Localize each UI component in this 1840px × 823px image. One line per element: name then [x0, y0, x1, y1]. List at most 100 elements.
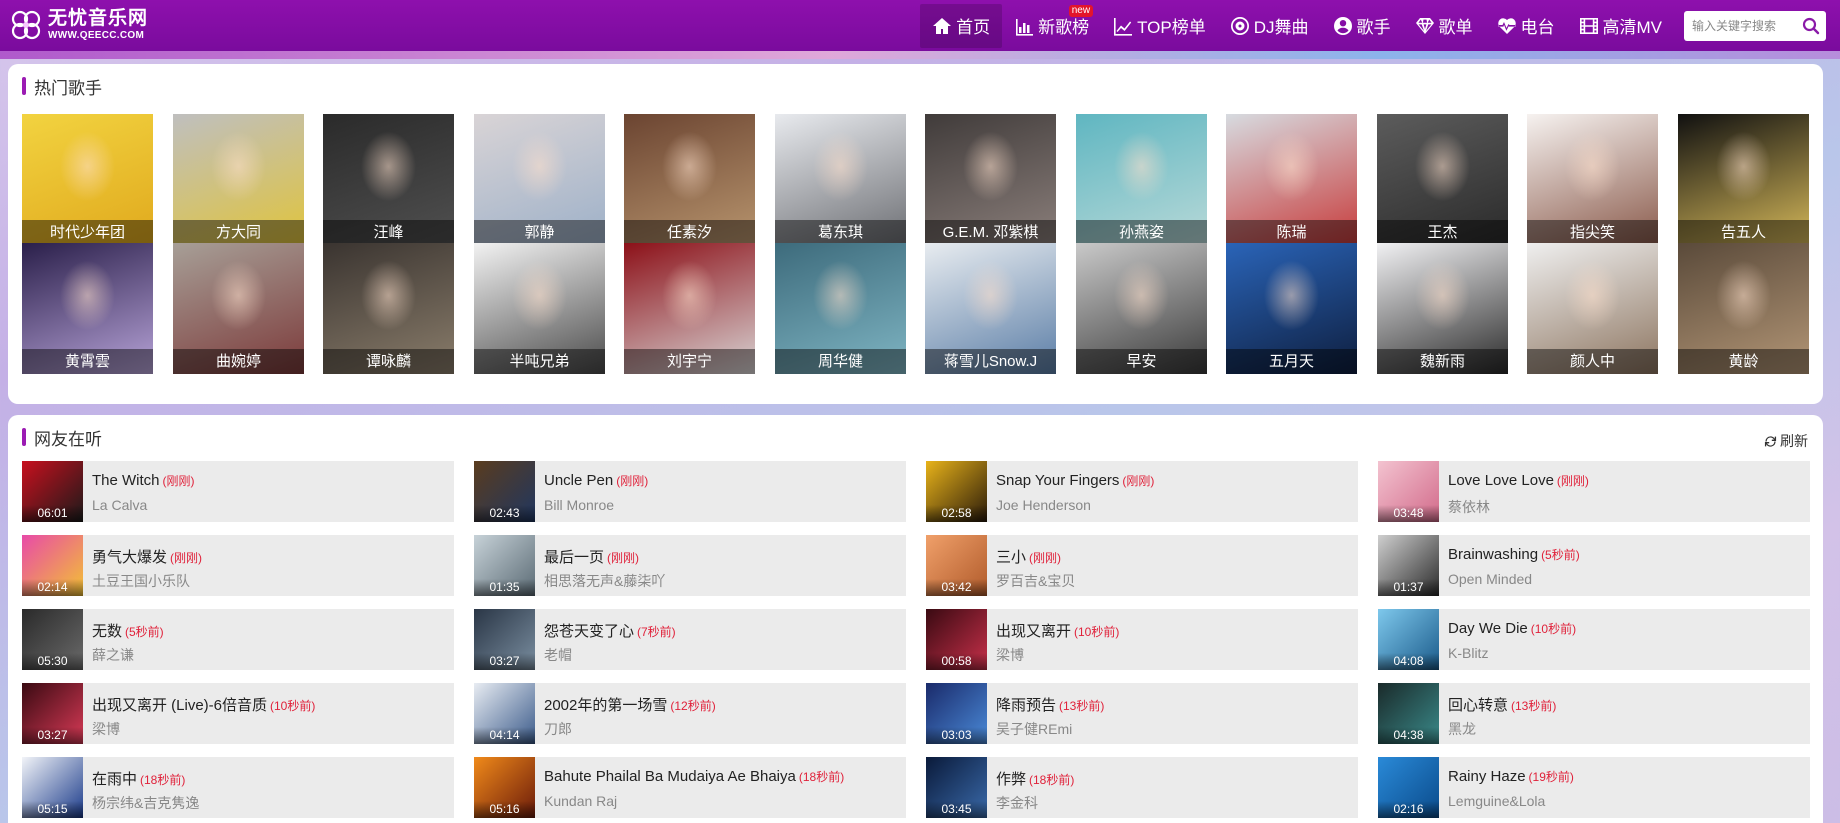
- search-icon[interactable]: [1802, 17, 1820, 35]
- track-title: 回心转意: [1448, 697, 1509, 714]
- nav-item-playlists[interactable]: 歌单: [1403, 4, 1485, 48]
- track-item[interactable]: 02:43 Uncle Pen (刚刚) Bill Monroe: [474, 461, 906, 522]
- track-duration: 05:30: [22, 653, 83, 670]
- singer-card[interactable]: 黄霄雲: [22, 243, 153, 374]
- track-duration: 02:14: [22, 579, 83, 596]
- singer-name: 时代少年团: [22, 220, 153, 245]
- track-cover: 00:58: [926, 609, 987, 670]
- user-icon: [1333, 16, 1352, 35]
- singer-name: 颜人中: [1527, 349, 1658, 374]
- singer-name: 魏新雨: [1377, 349, 1508, 374]
- singer-name: 黄霄雲: [22, 349, 153, 374]
- track-title-line: The Witch (刚刚): [92, 472, 195, 489]
- singer-card[interactable]: 陈瑞: [1226, 114, 1357, 245]
- site-logo[interactable]: 无忧音乐网 WWW.QEECC.COM: [8, 5, 148, 45]
- nav-label: TOP榜单: [1137, 18, 1206, 37]
- singer-name: 曲婉婷: [173, 349, 304, 374]
- singer-card[interactable]: 魏新雨: [1377, 243, 1508, 374]
- track-cover: 01:37: [1378, 535, 1439, 596]
- singer-card[interactable]: 郭静: [474, 114, 605, 245]
- track-cover: 05:15: [22, 757, 83, 818]
- singer-card[interactable]: 任素汐: [624, 114, 755, 245]
- logo-title: 无忧音乐网: [48, 7, 149, 29]
- singer-card[interactable]: 曲婉婷: [173, 243, 304, 374]
- track-played-ago: (18秒前): [140, 773, 186, 787]
- track-played-ago: (刚刚): [1556, 474, 1589, 488]
- singer-card[interactable]: 孙燕姿: [1076, 114, 1207, 245]
- track-item[interactable]: 03:03 降雨预告 (13秒前) 吴子健REmi: [926, 683, 1358, 744]
- singer-card[interactable]: 汪峰: [323, 114, 454, 245]
- track-cover: 03:27: [474, 609, 535, 670]
- track-item[interactable]: 04:38 回心转意 (13秒前) 黑龙: [1378, 683, 1810, 744]
- singer-card[interactable]: 谭咏麟: [323, 243, 454, 374]
- track-duration: 03:03: [926, 727, 987, 744]
- singer-card[interactable]: 葛东琪: [775, 114, 906, 245]
- track-played-ago: (18秒前): [798, 770, 845, 784]
- search-box: [1684, 10, 1826, 41]
- track-item[interactable]: 01:37 Brainwashing (5秒前) Open Minded: [1378, 535, 1810, 596]
- track-item[interactable]: 03:42 三小 (刚刚) 罗百吉&宝贝: [926, 535, 1358, 596]
- track-title-line: 三小 (刚刚): [996, 546, 1061, 567]
- singer-name: 孙燕姿: [1076, 220, 1207, 245]
- track-item[interactable]: 06:01 The Witch (刚刚) La Calva: [22, 461, 454, 522]
- singer-card[interactable]: 告五人: [1678, 114, 1809, 245]
- singer-card[interactable]: 蒋雪儿Snow.J: [925, 243, 1056, 374]
- singer-card[interactable]: 指尖笑: [1527, 114, 1658, 245]
- track-item[interactable]: 04:08 Day We Die (10秒前) K-Blitz: [1378, 609, 1810, 670]
- track-artist: 吴子健REmi: [996, 721, 1073, 737]
- track-artist: Lemguine&Lola: [1448, 793, 1546, 809]
- track-item[interactable]: 03:45 作弊 (18秒前) 李金科: [926, 757, 1358, 818]
- track-duration: 01:37: [1378, 579, 1439, 596]
- singer-card[interactable]: 五月天: [1226, 243, 1357, 374]
- nav-item-top-chart[interactable]: TOP榜单: [1101, 4, 1218, 48]
- track-played-ago: (10秒前): [1074, 625, 1120, 639]
- section-title: 热门歌手: [22, 76, 102, 98]
- singer-card[interactable]: G.E.M. 邓紫棋: [925, 114, 1056, 245]
- track-item[interactable]: 03:27 怨苍天变了心 (7秒前) 老帽: [474, 609, 906, 670]
- track-title: Snap Your Fingers: [996, 472, 1120, 489]
- track-item[interactable]: 05:30 无数 (5秒前) 薛之谦: [22, 609, 454, 670]
- track-item[interactable]: 02:16 Rainy Haze (19秒前) Lemguine&Lola: [1378, 757, 1810, 818]
- search-input[interactable]: [1692, 18, 1796, 33]
- track-played-ago: (19秒前): [1528, 770, 1574, 784]
- track-item[interactable]: 03:48 Love Love Love (刚刚) 蔡依林: [1378, 461, 1810, 522]
- track-item[interactable]: 03:27 出现又离开 (Live)-6倍音质 (10秒前) 梁博: [22, 683, 454, 744]
- logo-domain: WWW.QEECC.COM: [48, 29, 145, 41]
- track-title-line: 怨苍天变了心 (7秒前): [544, 620, 676, 641]
- singer-card[interactable]: 黄龄: [1678, 243, 1809, 374]
- nav-item-singers[interactable]: 歌手: [1321, 4, 1403, 48]
- track-item[interactable]: 05:16 Bahute Phailal Ba Mudaiya Ae Bhaiya…: [474, 757, 906, 818]
- singer-card[interactable]: 半吨兄弟: [474, 243, 605, 374]
- track-duration: 05:16: [474, 801, 535, 818]
- track-duration: 00:58: [926, 653, 987, 670]
- nav-item-mv[interactable]: 高清MV: [1567, 4, 1675, 48]
- singer-name: 五月天: [1226, 349, 1357, 374]
- singer-card[interactable]: 王杰: [1377, 114, 1508, 245]
- track-item[interactable]: 02:14 勇气大爆发 (刚刚) 土豆王国小乐队: [22, 535, 454, 596]
- track-artist: K-Blitz: [1448, 645, 1489, 661]
- track-item[interactable]: 05:15 在雨中 (18秒前) 杨宗纬&吉克隽逸: [22, 757, 454, 818]
- nav-label: 高清MV: [1602, 18, 1663, 37]
- singer-card[interactable]: 早安: [1076, 243, 1207, 374]
- singer-card[interactable]: 刘宇宁: [624, 243, 755, 374]
- bar-chart-icon: [1016, 18, 1034, 36]
- nav-item-dj[interactable]: DJ舞曲: [1218, 4, 1321, 48]
- section-title: 网友在听: [22, 427, 102, 449]
- track-artist: 杨宗纬&吉克隽逸: [92, 795, 200, 811]
- track-item[interactable]: 02:58 Snap Your Fingers (刚刚) Joe Henderson: [926, 461, 1358, 522]
- refresh-button[interactable]: 刷新: [1764, 431, 1808, 451]
- nav-item-radio[interactable]: 电台: [1485, 4, 1567, 48]
- track-cover: 02:16: [1378, 757, 1439, 818]
- track-item[interactable]: 00:58 出现又离开 (10秒前) 梁博: [926, 609, 1358, 670]
- nav-item-new-songs[interactable]: 新歌榜 new: [1002, 4, 1101, 48]
- singer-name: 蒋雪儿Snow.J: [925, 349, 1056, 374]
- track-item[interactable]: 04:14 2002年的第一场雪 (12秒前) 刀郎: [474, 683, 906, 744]
- track-item[interactable]: 01:35 最后一页 (刚刚) 相思落无声&藤柒吖: [474, 535, 906, 596]
- nav-item-home[interactable]: 首页: [920, 3, 1003, 48]
- singer-name: 刘宇宁: [624, 349, 755, 374]
- singer-card[interactable]: 周华健: [775, 243, 906, 374]
- singer-card[interactable]: 时代少年团: [22, 114, 153, 245]
- singer-card[interactable]: 方大同: [173, 114, 304, 245]
- singer-name: 早安: [1076, 349, 1207, 374]
- singer-card[interactable]: 颜人中: [1527, 243, 1658, 374]
